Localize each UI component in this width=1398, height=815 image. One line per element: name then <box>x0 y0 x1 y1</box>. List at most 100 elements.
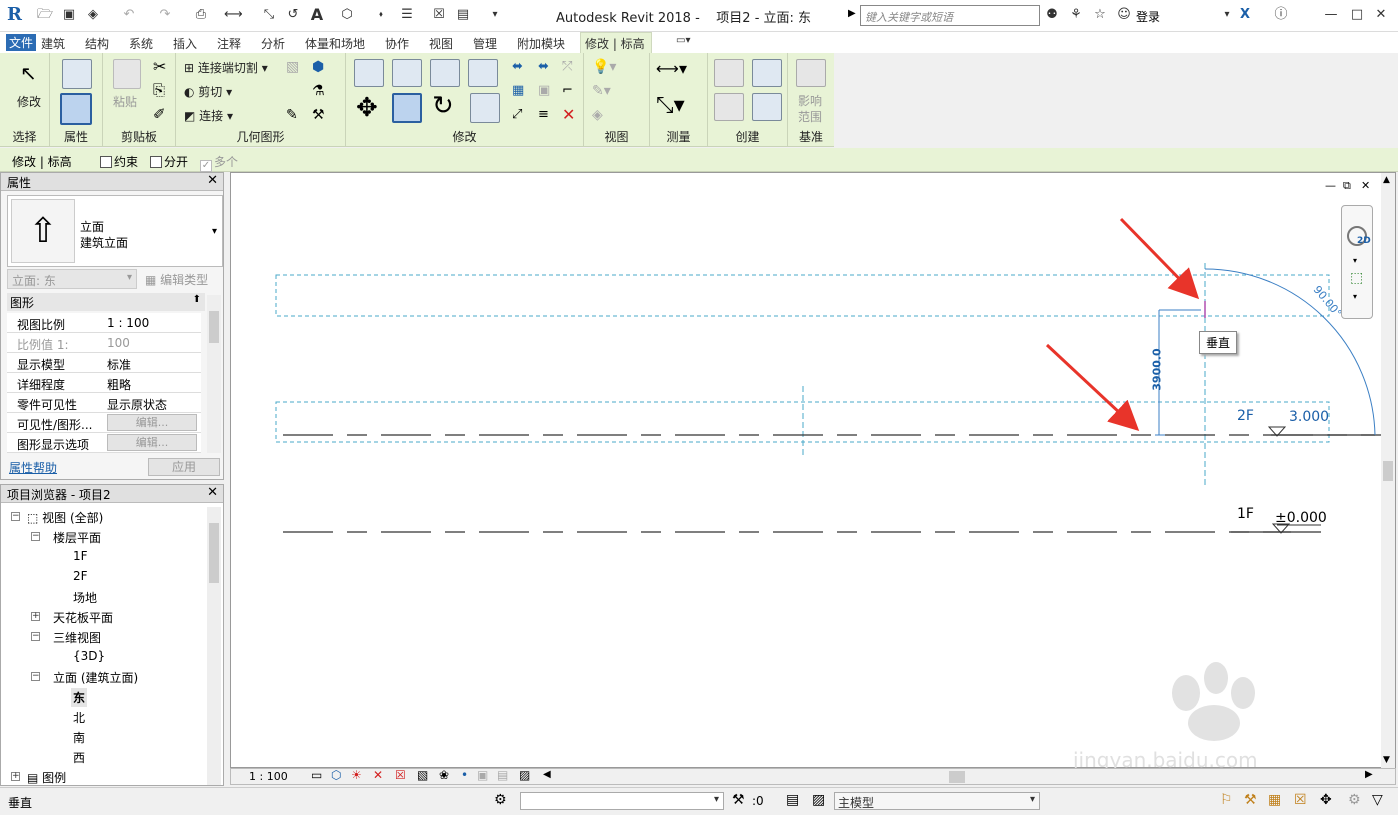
detail-level-icon[interactable]: ▭ <box>311 768 322 782</box>
temp-hide-icon[interactable]: • <box>461 768 468 782</box>
binoculars-icon[interactable]: ⚉ <box>1043 6 1061 24</box>
shadows-icon[interactable]: ✕ <box>373 768 383 782</box>
instance-selector[interactable]: 立面: 东 ▾ <box>7 269 137 289</box>
background-processes-icon[interactable]: ⚙ <box>1348 792 1361 808</box>
design-options-icon[interactable]: ▨ <box>812 792 825 808</box>
collapse-icon[interactable]: − <box>11 512 20 521</box>
text-icon[interactable]: A <box>308 6 326 24</box>
cut-icon[interactable]: ✂ <box>153 57 166 76</box>
measure-between-icon[interactable]: ⟷▾ <box>656 59 687 78</box>
redo-icon[interactable]: ↷ <box>156 6 174 24</box>
apply-button[interactable]: 应用 <box>148 458 220 476</box>
revit-logo-icon[interactable]: R <box>7 4 22 25</box>
tab-structure[interactable]: 结构 <box>85 35 109 52</box>
tree-node-east[interactable]: 东 <box>71 688 88 707</box>
unpin-alt-icon[interactable]: ⌐ <box>562 83 573 98</box>
delete-icon[interactable]: ✕ <box>562 105 575 124</box>
tab-annotate[interactable]: 注释 <box>217 35 241 52</box>
array-icon[interactable]: ▦ <box>512 83 524 98</box>
close-properties-icon[interactable]: ✕ <box>207 173 218 188</box>
pin-icon[interactable]: ≡ <box>538 107 549 122</box>
tree-node-3d[interactable]: {3D} <box>73 649 105 663</box>
copy-element-icon[interactable] <box>392 93 422 123</box>
tag-icon[interactable]: ↺ <box>284 6 302 24</box>
scroll-thumb[interactable] <box>209 523 219 583</box>
tree-node-north[interactable]: 北 <box>73 709 85 726</box>
dimension-value[interactable]: 3900.0 <box>1151 340 1164 400</box>
maximize-icon[interactable]: □ <box>1348 6 1366 24</box>
expand-icon[interactable]: + <box>31 612 40 621</box>
panel-label[interactable]: 选择 <box>0 128 49 145</box>
wall-joins-icon[interactable]: ▧ <box>286 59 299 75</box>
trim-icon[interactable] <box>470 93 500 123</box>
search-input[interactable]: 键入关键字或短语 <box>860 5 1040 26</box>
tree-node-3d-views[interactable]: 三维视图 <box>53 629 101 646</box>
level-elevation-2f[interactable]: 3.000 <box>1289 409 1329 425</box>
user-icon[interactable]: ☺ <box>1115 6 1133 24</box>
join-geometry-icon[interactable]: ⚗ <box>312 83 325 99</box>
collapse-icon[interactable]: − <box>31 632 40 641</box>
close-browser-icon[interactable]: ✕ <box>207 485 218 500</box>
undo-icon[interactable]: ↶ <box>120 6 138 24</box>
view-minimize-icon[interactable]: — <box>1325 179 1336 192</box>
measure-icon[interactable]: ⟷ <box>224 6 243 24</box>
signin-dropdown-icon[interactable]: ▾ <box>1218 6 1236 24</box>
unlocked-3d-icon[interactable]: ❀ <box>439 768 449 782</box>
scope-box-icon[interactable] <box>796 59 826 87</box>
edit-type-button[interactable]: ▦ 编辑类型 <box>145 271 208 288</box>
analytical-model-icon[interactable]: ▨ <box>519 768 530 782</box>
align-icon[interactable] <box>354 59 384 87</box>
minimize-icon[interactable]: — <box>1322 6 1340 24</box>
collapse-icon[interactable]: − <box>31 532 40 541</box>
worksets-icon[interactable]: ⚙ <box>494 792 507 808</box>
filter-icon[interactable]: ▤ <box>786 792 799 808</box>
level-name-1f[interactable]: 1F <box>1237 506 1254 522</box>
properties-help-link[interactable]: 属性帮助 <box>9 459 57 476</box>
hscroll-thumb[interactable] <box>949 771 965 783</box>
print-icon[interactable]: ⎙ <box>192 6 210 24</box>
exchange-apps-icon[interactable]: X <box>1236 6 1254 24</box>
view-restore-icon[interactable]: ⧉ <box>1343 179 1351 193</box>
scroll-thumb[interactable] <box>209 311 219 343</box>
crop-view-icon[interactable]: ☒ <box>395 768 406 782</box>
modify-button[interactable]: 修改 <box>17 93 41 110</box>
properties-scrollbar[interactable] <box>207 295 221 453</box>
select-links-icon[interactable]: ⚐ <box>1220 792 1233 808</box>
subscription-icon[interactable]: ⚘ <box>1067 6 1085 24</box>
tree-node-ceiling-plans[interactable]: 天花板平面 <box>53 609 113 626</box>
canvas-scrollbar[interactable]: ▲ ▼ <box>1381 173 1395 769</box>
aligned-dimension-icon[interactable]: ⤡▾ <box>656 93 685 118</box>
ribbon-toggle-icon[interactable]: ▭▾ <box>676 35 690 46</box>
paint-icon[interactable]: ✎ <box>286 107 298 123</box>
type-selector[interactable]: ⇧ 立面 建筑立面 ▾ <box>7 195 223 267</box>
tab-analyze[interactable]: 分析 <box>261 35 285 52</box>
create-similar-icon[interactable] <box>752 93 782 121</box>
3d-view-icon[interactable]: ⬡ <box>338 6 356 24</box>
tree-node-1f[interactable]: 1F <box>73 549 88 563</box>
tree-node-legends[interactable]: ▤ 图例 <box>27 769 66 786</box>
tree-node-west[interactable]: 西 <box>73 749 85 766</box>
show-crop-icon[interactable]: ▧ <box>417 768 428 782</box>
level-name-2f[interactable]: 2F <box>1237 408 1254 424</box>
create-assembly-icon[interactable] <box>714 59 744 87</box>
switch-windows-icon[interactable]: ▤ <box>454 6 472 24</box>
customize-qat-icon[interactable]: ▾ <box>486 6 504 24</box>
expand-icon[interactable]: + <box>11 772 20 781</box>
visual-style-icon[interactable]: ⬡ <box>331 768 341 782</box>
view-close-icon[interactable]: ✕ <box>1361 179 1370 192</box>
create-parts-icon[interactable] <box>752 59 782 87</box>
select-pinned-icon[interactable]: ▦ <box>1268 792 1281 808</box>
unpin-icon[interactable]: ▣ <box>538 83 550 98</box>
filter-selection-icon[interactable]: ▽ <box>1372 792 1383 808</box>
move-icon[interactable]: ✥ <box>356 93 378 123</box>
tab-addins[interactable]: 附加模块 <box>517 35 565 52</box>
view-scale[interactable]: 1 : 100 <box>249 770 288 783</box>
editable-only-icon[interactable]: ⚒ <box>732 792 745 808</box>
tab-collaborate[interactable]: 协作 <box>385 35 409 52</box>
help-icon[interactable]: ⓘ <box>1272 6 1290 24</box>
cut-button[interactable]: ◐ 剪切 ▾ <box>184 83 232 100</box>
tree-node-south[interactable]: 南 <box>73 729 85 746</box>
reveal-hidden-icon[interactable]: ▣ <box>477 768 488 782</box>
scroll-down-icon[interactable]: ▼ <box>1383 755 1390 765</box>
type-properties-icon[interactable] <box>62 59 92 89</box>
